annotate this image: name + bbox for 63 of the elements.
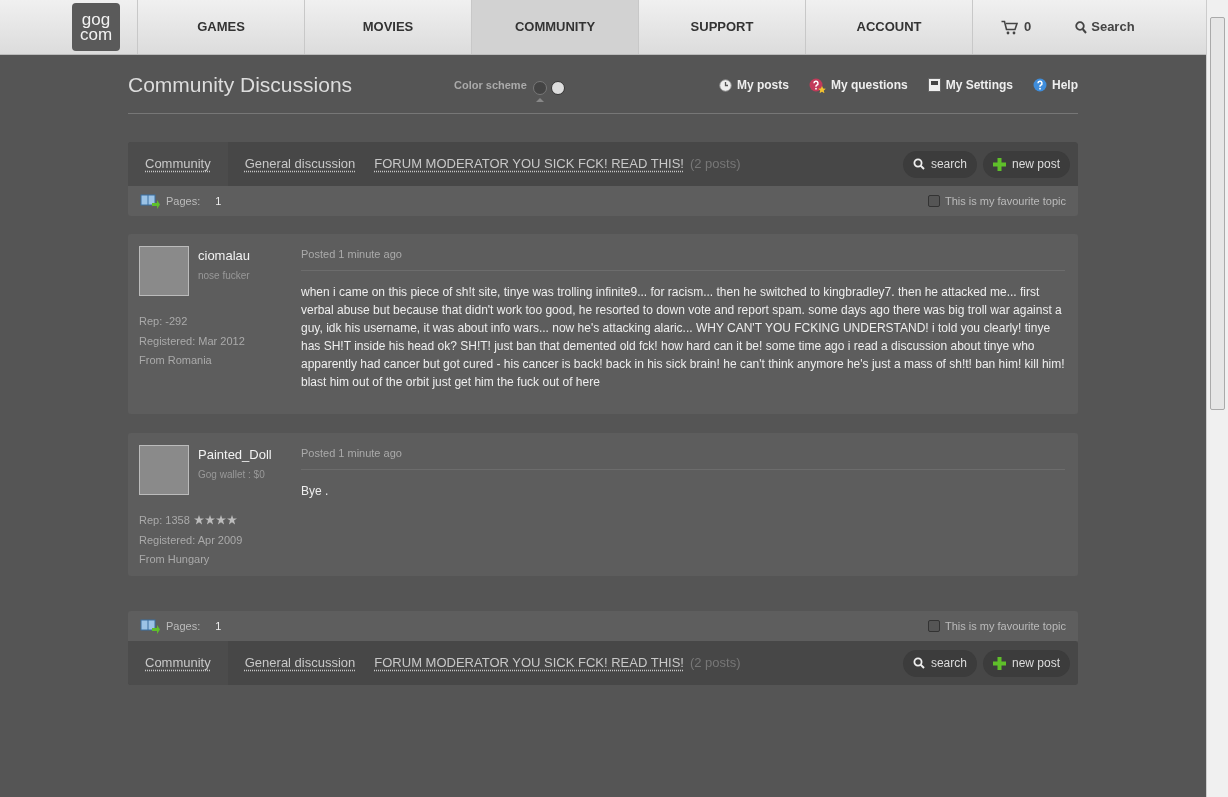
search-button[interactable]: search xyxy=(902,150,977,178)
search-icon xyxy=(912,158,925,170)
page-link[interactable]: 1 xyxy=(215,617,222,635)
header-link[interactable]: My posts xyxy=(718,76,789,94)
username[interactable]: Painted_Doll xyxy=(198,445,272,465)
user-location: From Hungary xyxy=(139,552,211,567)
nav-tab[interactable]: ACCOUNT xyxy=(806,0,973,54)
selected-pointer-icon xyxy=(535,97,544,102)
breadcrumb-link[interactable]: Community xyxy=(128,641,228,685)
reputation: Rep: -292 xyxy=(139,314,188,329)
pages-label: Pages: xyxy=(166,618,201,634)
page-title: Community Discussions xyxy=(128,72,354,99)
user-subtitle: nose fucker xyxy=(198,268,251,283)
search-link[interactable]: Search xyxy=(1075,0,1135,54)
avatar-picture[interactable] xyxy=(139,246,189,296)
nav-tab[interactable]: COMMUNITY xyxy=(472,0,639,54)
topic-title-link[interactable]: FORUM MODERATOR YOU SICK FCK! READ THIS! xyxy=(374,154,684,174)
cart-link[interactable]: 0 xyxy=(1001,0,1032,54)
favourite-label: This is my favourite topic xyxy=(944,618,1066,634)
avatar-picture[interactable] xyxy=(139,445,189,495)
logo[interactable]: gog com xyxy=(72,3,120,51)
new-post-button[interactable]: new post xyxy=(982,150,1070,178)
favourite-checkbox[interactable] xyxy=(927,195,940,207)
settings-icon xyxy=(927,78,941,92)
scrollbar-thumb[interactable] xyxy=(1210,17,1225,410)
breadcrumb-link[interactable]: Community xyxy=(128,142,228,186)
logo-text: gog xyxy=(81,12,111,27)
search-icon xyxy=(912,657,925,669)
username[interactable]: ciomalau xyxy=(198,246,251,266)
search-button[interactable]: search xyxy=(902,649,977,677)
post-time: Posted 1 minute ago xyxy=(301,246,1065,271)
header-link[interactable]: Help xyxy=(1033,76,1078,94)
help-icon xyxy=(1033,78,1047,92)
header-link[interactable]: My questions xyxy=(808,76,908,94)
post-time: Posted 1 minute ago xyxy=(301,445,1065,470)
logo-text: com xyxy=(79,27,113,42)
question-bubble-icon xyxy=(808,77,826,93)
color-scheme-toggle[interactable] xyxy=(550,80,565,95)
reputation: Rep: 1358 xyxy=(139,513,190,528)
cart-icon xyxy=(1001,19,1018,35)
pages-label: Pages: xyxy=(166,193,201,209)
topic-title-link[interactable]: FORUM MODERATOR YOU SICK FCK! READ THIS! xyxy=(374,653,684,673)
color-scheme-toggle[interactable] xyxy=(532,80,547,95)
plus-icon xyxy=(992,157,1006,171)
post-body: Bye . xyxy=(301,482,330,500)
header-link[interactable]: My Settings xyxy=(927,76,1013,94)
post-body: when i came on this piece of sh!t site, tinye was trolling infinite9... for racism... then he switched to kingbradley7. then he attacked me... first verbal abuse but because that didn't work too good, he resorted to down vote and report spam. some days ago there was big troll war against a guy, idk his username, it was about info wars... now he's attacking alaric... WHY CAN'T YOU FCKING UNDERSTAND! i told you clearly! tinye has SH!T inside his head ok? SH!T! just ban that demented old fck! how hard can it be! some time ago i read a discussion about tinye who apparently had cancer but got cured - his cancer is back! back in his sick brain! he can't think anymore he's just a mass of sh!t! ban him! kill him! blast him out of the orbit just get him the fuck out of here xyxy=(301,283,1065,391)
favourite-label: This is my favourite topic xyxy=(944,193,1066,209)
nav-tab[interactable]: SUPPORT xyxy=(639,0,806,54)
favourite-checkbox[interactable] xyxy=(927,620,940,632)
registered-date: Registered: Mar 2012 xyxy=(139,333,246,349)
book-icon xyxy=(140,618,160,634)
registered-date: Registered: Apr 2009 xyxy=(139,532,244,548)
user-subtitle: Gog wallet : $0 xyxy=(198,467,266,482)
clock-icon xyxy=(718,78,732,92)
book-icon xyxy=(140,193,160,209)
plus-icon xyxy=(992,656,1006,670)
page-link[interactable]: 1 xyxy=(215,192,222,210)
search-icon xyxy=(1075,20,1088,34)
nav-tab[interactable]: GAMES xyxy=(138,0,305,54)
color-scheme-label: Color scheme xyxy=(454,77,527,93)
user-location: From Romania xyxy=(139,353,213,368)
new-post-button[interactable]: new post xyxy=(982,649,1070,677)
